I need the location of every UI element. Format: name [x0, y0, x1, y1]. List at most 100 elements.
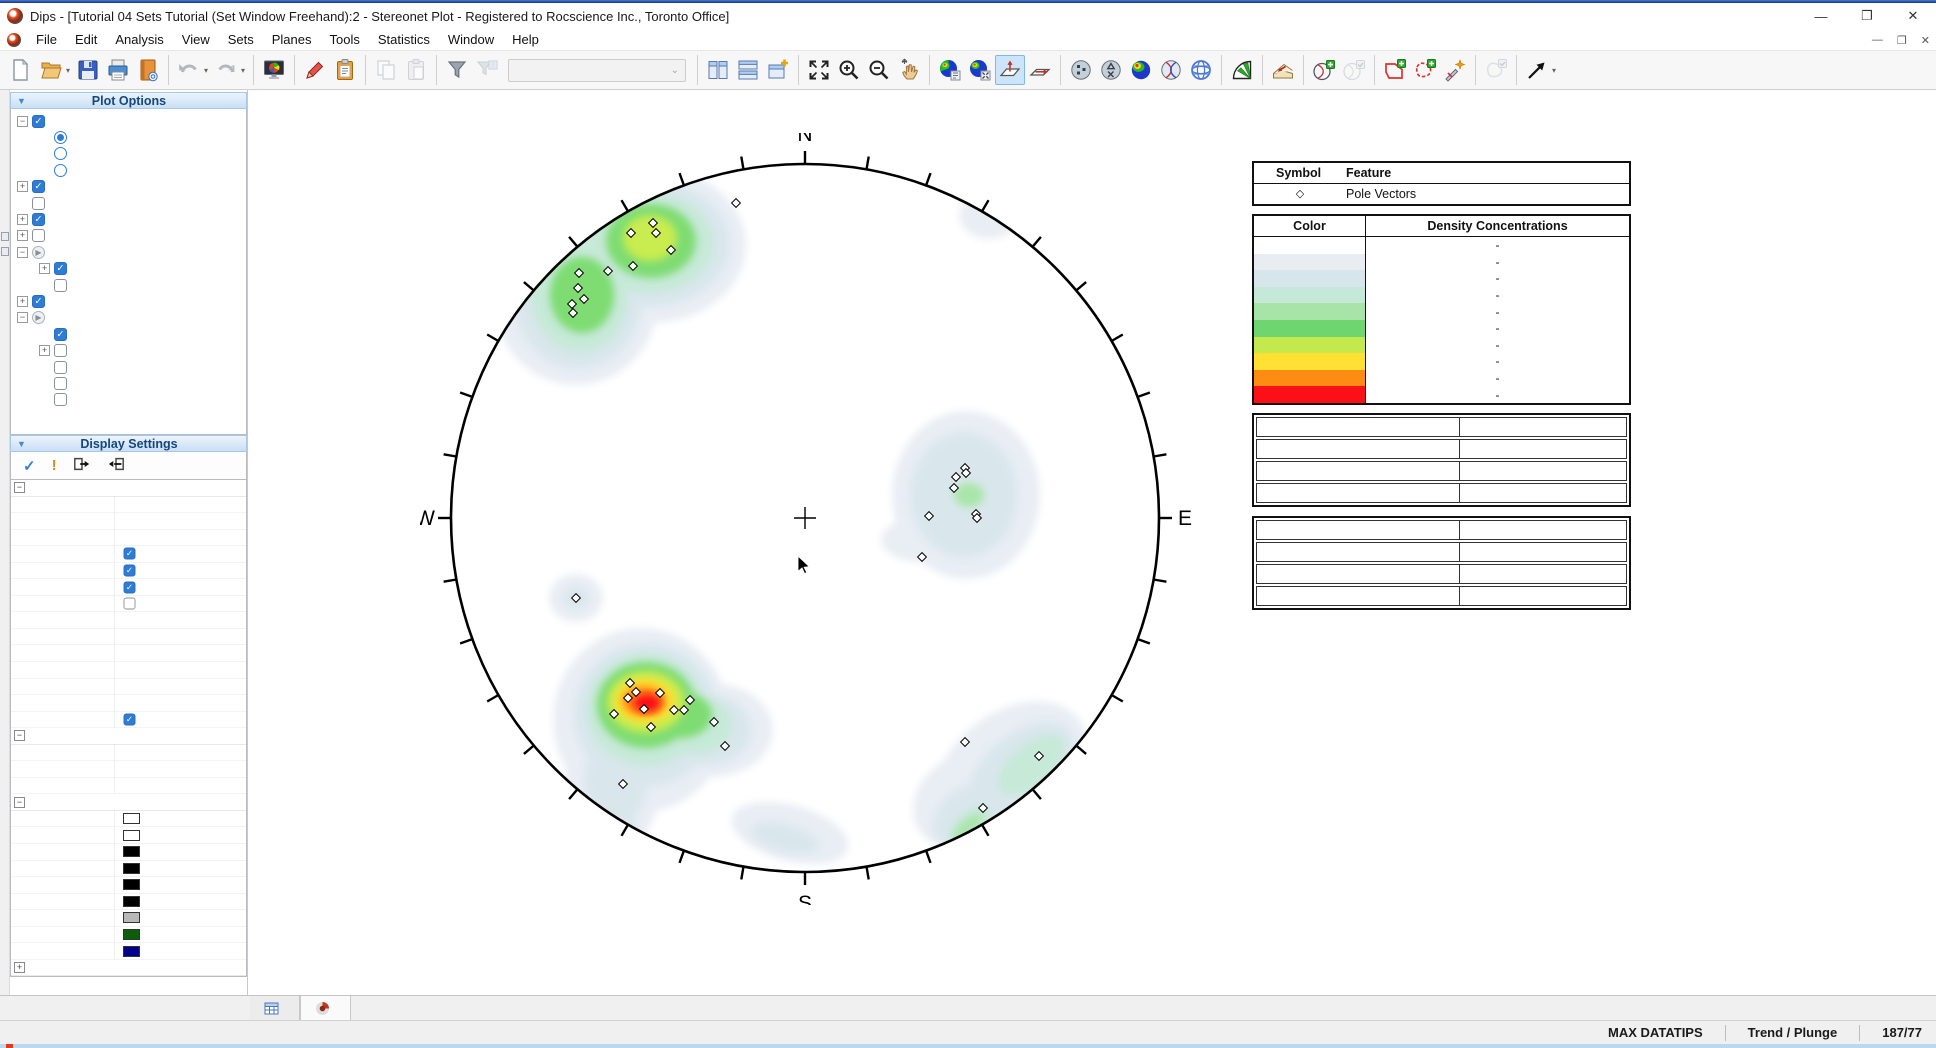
checkbox[interactable] — [54, 377, 67, 390]
color-swatch[interactable] — [123, 896, 140, 907]
zoom-out-button[interactable] — [864, 55, 894, 85]
checkbox[interactable]: ✓ — [32, 115, 45, 128]
settings-row-cross-hairs[interactable] — [11, 596, 246, 613]
globe-3d-button[interactable] — [1186, 55, 1216, 85]
zoom-in-button[interactable] — [834, 55, 864, 85]
tree-expander-icon[interactable]: + — [39, 345, 50, 356]
minimize-button[interactable]: — — [1798, 3, 1844, 29]
settings-row-global-best-fit[interactable] — [11, 943, 246, 960]
color-swatch[interactable] — [123, 929, 140, 940]
export-settings-icon[interactable] — [73, 456, 91, 476]
checkbox[interactable]: ✓ — [124, 565, 136, 577]
chevron-down-icon[interactable]: ▾ — [1552, 66, 1556, 75]
confirm-set-button[interactable] — [1481, 55, 1511, 85]
zoom-extents-button[interactable] — [804, 55, 834, 85]
print-button[interactable] — [103, 55, 133, 85]
tree-item-scatter[interactable] — [15, 162, 246, 178]
menu-file[interactable]: File — [27, 30, 66, 49]
child-close-button[interactable]: ✕ — [1921, 34, 1930, 47]
settings-row-projection[interactable] — [11, 497, 246, 514]
trend-plot-button[interactable] — [1025, 55, 1055, 85]
settings-row-stereonet-fonts[interactable]: − — [11, 728, 246, 745]
new-window-button[interactable] — [763, 55, 793, 85]
checkbox[interactable]: ✓ — [124, 548, 136, 560]
menu-view[interactable]: View — [173, 30, 219, 49]
color-swatch[interactable] — [123, 946, 140, 957]
close-button[interactable]: ✕ — [1890, 3, 1936, 29]
tree-item-pole[interactable] — [15, 129, 246, 145]
stereonet-properties-button[interactable] — [935, 55, 965, 85]
menu-statistics[interactable]: Statistics — [369, 30, 439, 49]
color-swatch[interactable] — [123, 813, 140, 824]
apply-check-icon[interactable]: ✓ — [23, 457, 36, 475]
settings-row-background[interactable] — [11, 827, 246, 844]
tree-item-grid-data-planes[interactable] — [15, 277, 246, 293]
scatter-plot-button[interactable] — [1066, 55, 1096, 85]
tristate-icon[interactable]: ▶ — [32, 311, 45, 324]
tree-item-stereonet-overlay[interactable]: + — [15, 342, 246, 358]
edit-tool-button[interactable] — [300, 55, 330, 85]
chevron-down-icon[interactable]: ▾ — [204, 66, 208, 75]
radio-button[interactable] — [54, 131, 67, 144]
docked-pane-icon[interactable] — [1, 232, 9, 241]
settings-row-tick-spacing[interactable] — [11, 612, 246, 629]
settings-row-hemisphere[interactable] — [11, 513, 246, 530]
settings-row-perimeter-circle[interactable]: ✓ — [11, 563, 246, 580]
checkbox[interactable]: ✓ — [32, 180, 45, 193]
tree-item-contours[interactable]: +✓ — [15, 179, 246, 195]
settings-row-exterior-ticks[interactable]: ✓ — [11, 546, 246, 563]
edit-set-button[interactable] — [1440, 55, 1470, 85]
tree-expander-icon[interactable]: − — [17, 116, 28, 127]
display-options-button[interactable] — [259, 55, 289, 85]
settings-row-stereonet-options[interactable]: − — [11, 480, 246, 497]
settings-row-legend-location[interactable] — [11, 695, 246, 712]
tile-horizontal-button[interactable] — [733, 55, 763, 85]
chevron-down-icon[interactable]: ▾ — [241, 66, 245, 75]
checkbox[interactable] — [32, 197, 45, 210]
tile-vertical-button[interactable] — [703, 55, 733, 85]
menu-analysis[interactable]: Analysis — [106, 30, 172, 49]
settings-row-overlay-width[interactable] — [11, 662, 246, 679]
document-tab-1[interactable] — [250, 996, 300, 1020]
tree-expander-icon[interactable]: + — [17, 296, 28, 307]
radio-button[interactable] — [54, 164, 67, 177]
child-restore-button[interactable]: ❐ — [1897, 34, 1907, 47]
select-arrow-button[interactable] — [1522, 55, 1552, 85]
section-expander-icon[interactable]: − — [14, 482, 25, 493]
tree-item-object-visibility[interactable]: −▶ — [15, 310, 246, 326]
filter-button[interactable] — [442, 55, 472, 85]
color-swatch[interactable] — [123, 830, 140, 841]
checkbox[interactable]: ✓ — [32, 213, 45, 226]
settings-row-default-tool-colors[interactable]: + — [11, 960, 246, 977]
checkbox[interactable]: ✓ — [124, 713, 136, 725]
document-tab-2[interactable] — [300, 996, 351, 1020]
menu-planes[interactable]: Planes — [263, 30, 321, 49]
section-expander-icon[interactable]: + — [14, 962, 25, 973]
stereonet-fit-button[interactable] — [965, 55, 995, 85]
paste-button[interactable] — [401, 55, 431, 85]
add-set-freehand-button[interactable] — [1410, 55, 1440, 85]
color-swatch[interactable] — [123, 846, 140, 857]
tree-item-pole-vector-display[interactable]: −✓ — [15, 113, 246, 129]
tree-expander-icon[interactable]: + — [17, 230, 28, 241]
pole-plot-button[interactable] — [995, 55, 1025, 85]
tree-item-traverses[interactable] — [15, 392, 246, 408]
checkbox[interactable]: ✓ — [54, 262, 67, 275]
checkbox[interactable] — [54, 393, 67, 406]
section-expander-icon[interactable]: − — [14, 797, 25, 808]
add-plane-button[interactable] — [1309, 55, 1339, 85]
section-expander-icon[interactable]: − — [14, 730, 25, 741]
restore-button[interactable]: ❐ — [1844, 3, 1890, 29]
color-swatch[interactable] — [123, 879, 140, 890]
settings-row-outer-grid-width[interactable] — [11, 629, 246, 646]
tree-expander-icon[interactable]: + — [39, 263, 50, 274]
settings-row-inner-grid-width[interactable] — [11, 645, 246, 662]
tree-expander-icon[interactable]: − — [17, 247, 28, 258]
settings-row-overlay[interactable] — [11, 910, 246, 927]
color-swatch[interactable] — [123, 912, 140, 923]
stereonet-plot-area[interactable]: NESW Symbol Feature ◇ Pole Vectors Color — [247, 90, 1936, 995]
chevron-down-icon[interactable]: ▾ — [66, 66, 70, 75]
symbolic-plot-button[interactable] — [1096, 55, 1126, 85]
contour-plot-button[interactable] — [1126, 55, 1156, 85]
save-file-button[interactable] — [73, 55, 103, 85]
